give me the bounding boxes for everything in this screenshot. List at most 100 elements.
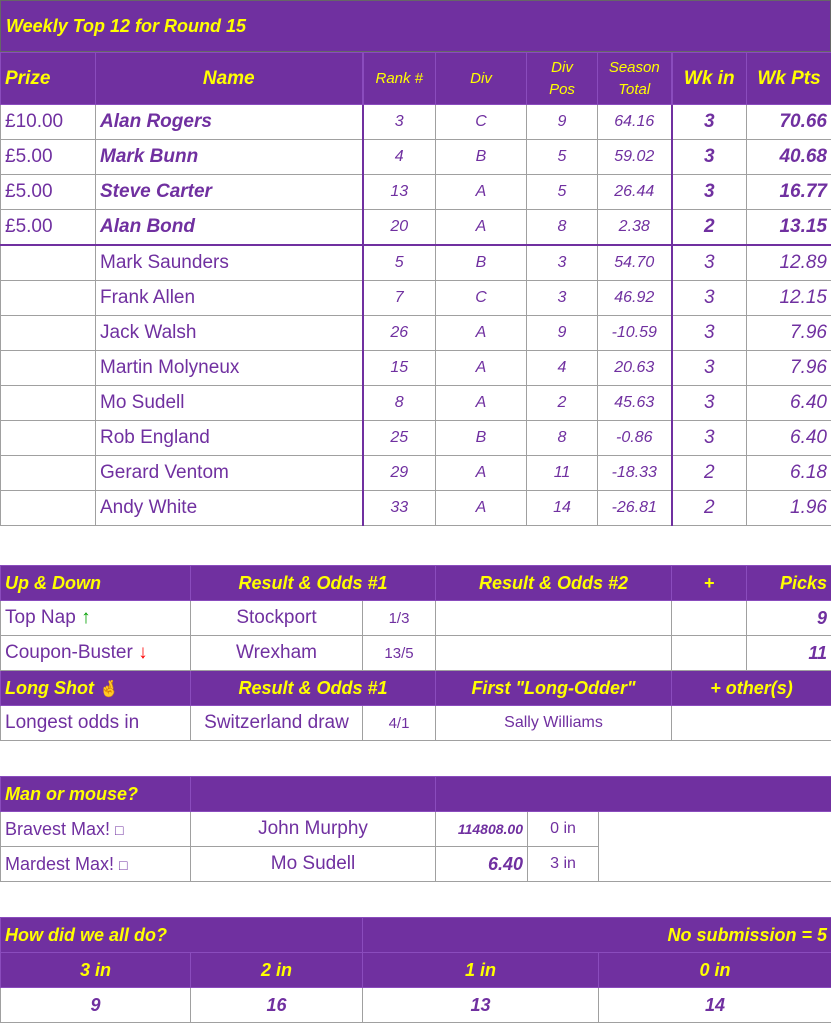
longest-odds-label: Longest odds in: [0, 705, 191, 741]
cell-wk-in: 3: [671, 315, 747, 351]
cell-div: C: [435, 104, 527, 140]
cell-prize: [0, 350, 96, 386]
cell-div-pos: 3: [526, 244, 598, 281]
cell-div: A: [435, 174, 527, 210]
bravest-row: Bravest Max! □ John Murphy 114808.00 0 i…: [0, 811, 831, 882]
cell-prize: [0, 420, 96, 456]
table-row: Jack Walsh 26 A 9 -10.59 3 7.96: [0, 315, 831, 351]
mom-header-blank-1: [190, 776, 436, 812]
cell-wk-pts: 6.18: [746, 455, 831, 491]
cell-name: Steve Carter: [95, 174, 364, 210]
header-season-line2: Total: [618, 80, 651, 98]
updown-header-label: Up & Down: [0, 565, 191, 601]
header-div-pos-line1: Div: [551, 58, 573, 76]
cell-rank: 3: [362, 104, 436, 140]
longest-odds-team: Switzerland draw: [190, 705, 363, 741]
cell-season-total: 26.44: [597, 174, 673, 210]
cell-div: B: [435, 139, 527, 175]
updown-header-plus: +: [671, 565, 748, 601]
cell-rank: 7: [362, 280, 436, 316]
cell-div-pos: 4: [526, 350, 598, 386]
up-and-down-table: Up & Down Result & Odds #1 Result & Odds…: [0, 565, 831, 741]
cell-season-total: 54.70: [597, 244, 673, 281]
cell-season-total: 59.02: [597, 139, 673, 175]
cell-div-pos: 2: [526, 385, 598, 421]
coupon-buster-plus: [671, 635, 748, 671]
header-div: Div: [435, 52, 527, 105]
cell-rank: 13: [362, 174, 436, 210]
cell-season-total: 45.63: [597, 385, 673, 421]
cell-div: A: [435, 350, 527, 386]
cell-prize: £5.00: [0, 174, 96, 210]
long-shot-header-cell: Long Shot 🤞: [0, 670, 191, 706]
cell-wk-pts: 12.15: [746, 280, 831, 316]
bravest-label: Bravest Max!: [5, 818, 111, 839]
bravest-name: John Murphy: [190, 811, 436, 847]
cell-div: A: [435, 209, 527, 246]
cell-rank: 15: [362, 350, 436, 386]
howdid-val-1in: 13: [362, 987, 599, 1023]
cell-div-pos: 5: [526, 174, 598, 210]
cell-season-total: 2.38: [597, 209, 673, 246]
cell-name: Mo Sudell: [95, 385, 364, 421]
cell-name: Alan Bond: [95, 209, 364, 246]
cell-rank: 25: [362, 420, 436, 456]
top-nap-picks: 9: [746, 600, 831, 636]
cell-wk-in: 2: [671, 455, 747, 491]
table-row: Rob England 25 B 8 -0.86 3 6.40: [0, 420, 831, 456]
cell-prize: [0, 280, 96, 316]
cell-rank: 33: [362, 490, 436, 526]
mom-header-row: Man or mouse?: [0, 776, 831, 812]
down-arrow-icon: ↓: [138, 642, 148, 663]
cell-div-pos: 9: [526, 104, 598, 140]
cell-div: A: [435, 490, 527, 526]
cell-rank: 4: [362, 139, 436, 175]
cell-name: Martin Molyneux: [95, 350, 364, 386]
howdid-header-row: 3 in 2 in 1 in 0 in: [0, 952, 831, 988]
bravest-label-cell: Bravest Max! □: [0, 811, 191, 847]
cell-season-total: -18.33: [597, 455, 673, 491]
cell-wk-in: 3: [671, 350, 747, 386]
mardest-value: 6.40: [435, 846, 528, 882]
cell-season-total: 20.63: [597, 350, 673, 386]
cell-wk-pts: 1.96: [746, 490, 831, 526]
howdid-val-2in: 16: [190, 987, 363, 1023]
cell-season-total: -26.81: [597, 490, 673, 526]
cell-prize: [0, 315, 96, 351]
table-row: Gerard Ventom 29 A 11 -18.33 2 6.18: [0, 455, 831, 491]
cell-div-pos: 5: [526, 139, 598, 175]
table-row: Mo Sudell 8 A 2 45.63 3 6.40: [0, 385, 831, 421]
cell-name: Frank Allen: [95, 280, 364, 316]
coupon-buster-odds: 13/5: [361, 635, 437, 671]
cell-wk-pts: 70.66: [746, 104, 831, 140]
cell-div-pos: 3: [526, 280, 598, 316]
cell-div-pos: 11: [526, 455, 598, 491]
header-name: Name: [95, 52, 364, 105]
table-row: £5.00 Steve Carter 13 A 5 26.44 3 16.77: [0, 174, 831, 210]
cell-wk-pts: 12.89: [746, 244, 831, 281]
cell-season-total: 46.92: [597, 280, 673, 316]
cell-prize: £10.00: [0, 104, 96, 140]
cell-name: Rob England: [95, 420, 364, 456]
howdid-col-0in: 0 in: [597, 952, 831, 988]
box-icon: □: [115, 821, 124, 838]
how-did-we-do-table: How did we all do? No submission = 5 3 i…: [0, 917, 831, 1023]
cell-wk-pts: 40.68: [746, 139, 831, 175]
cell-div: A: [435, 455, 527, 491]
cell-name: Jack Walsh: [95, 315, 364, 351]
coupon-buster-row: Coupon-Buster ↓ Wrexham 13/5 11: [0, 635, 831, 671]
updown-header-result2: Result & Odds #2: [435, 565, 673, 601]
mardest-label-cell: Mardest Max! □: [0, 846, 191, 882]
cell-wk-in: 3: [671, 244, 747, 281]
header-prize: Prize: [0, 52, 96, 105]
cell-div: A: [435, 385, 527, 421]
longest-odds-other: [671, 705, 831, 741]
long-shot-label: Long Shot: [5, 677, 94, 698]
cell-wk-pts: 13.15: [746, 209, 831, 246]
top-nap-plus: [671, 600, 748, 636]
cell-wk-pts: 16.77: [746, 174, 831, 210]
top-nap-team: Stockport: [190, 600, 363, 636]
long-shot-header-others: + other(s): [671, 670, 831, 706]
cell-prize: £5.00: [0, 209, 96, 246]
coupon-buster-team: Wrexham: [190, 635, 363, 671]
